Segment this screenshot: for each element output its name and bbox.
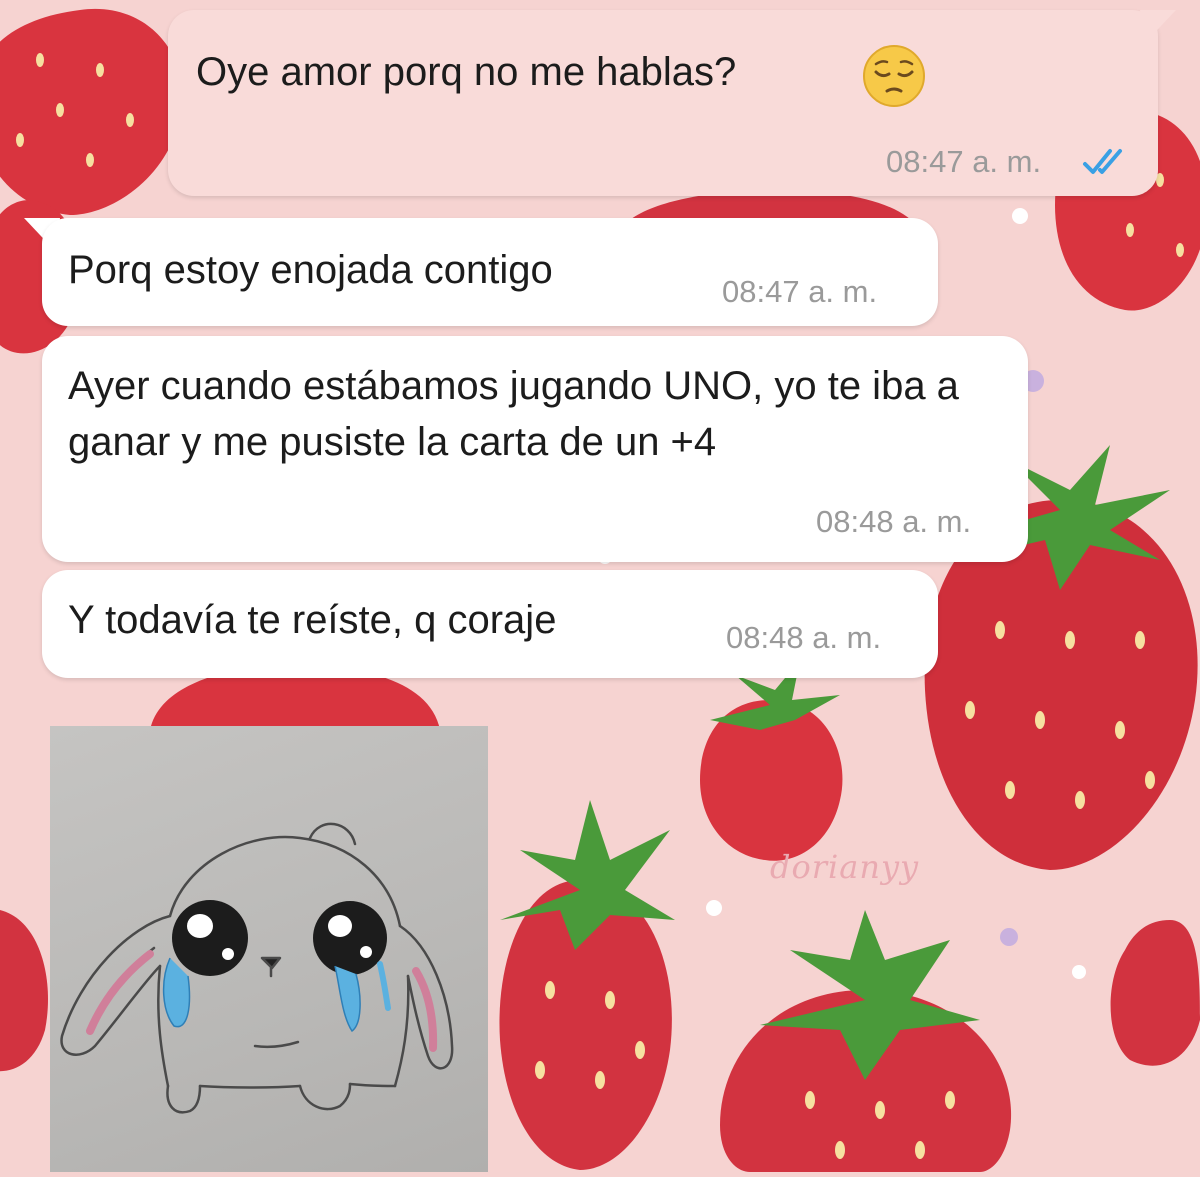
polka-dot — [1012, 208, 1028, 224]
strawberry-decoration — [720, 910, 1012, 1172]
sticker-image[interactable] — [50, 726, 488, 1172]
read-double-check-icon — [1083, 149, 1122, 174]
polka-dot — [706, 900, 722, 916]
polka-dot — [1000, 928, 1018, 946]
message-bubble-incoming[interactable]: Y todavía te reíste, q coraje 08:48 a. m… — [42, 570, 938, 678]
message-time: 08:48 a. m. — [726, 620, 882, 655]
crying-bunny-drawing — [60, 822, 454, 1114]
strawberry-decoration — [1110, 920, 1200, 1066]
message-text: Porq estoy enojada contigo — [68, 248, 553, 292]
message-text: Ayer cuando estábamos jugando UNO, yo te… — [68, 364, 959, 464]
message-bubble-outgoing[interactable]: Oye amor porq no me hablas? 08:47 a. m. — [168, 10, 1158, 196]
strawberry-decoration — [499, 800, 675, 1170]
bubble-tail-outgoing — [1140, 10, 1176, 44]
message-time: 08:47 a. m. — [886, 144, 1042, 179]
message-text: Y todavía te reíste, q coraje — [68, 598, 557, 642]
message-bubble-incoming[interactable]: Porq estoy enojada contigo 08:47 a. m. — [42, 218, 938, 326]
polka-dot — [1072, 965, 1086, 979]
message-bubble-incoming[interactable]: Ayer cuando estábamos jugando UNO, yo te… — [42, 336, 1028, 562]
strawberry-decoration — [700, 660, 843, 861]
message-time: 08:48 a. m. — [816, 504, 972, 539]
pensive-face-icon — [863, 45, 925, 107]
wallpaper-watermark: dorianyy — [770, 848, 920, 886]
message-time: 08:47 a. m. — [722, 274, 878, 309]
message-text: Oye amor porq no me hablas? — [196, 50, 737, 94]
